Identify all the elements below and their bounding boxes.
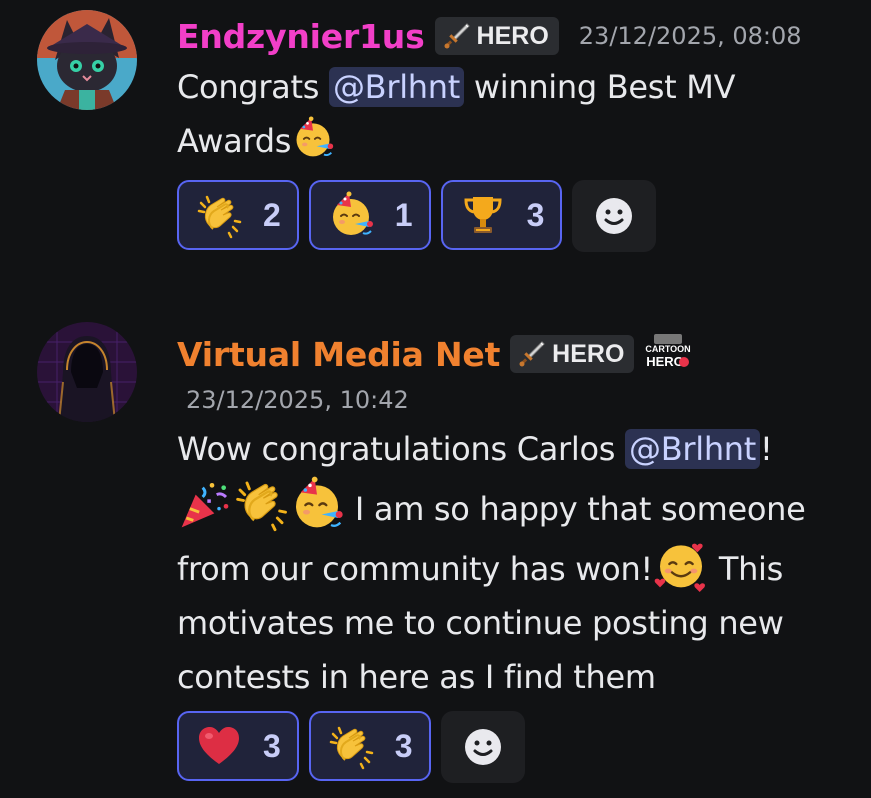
message-content: Wow congratulations Carlos @Brlhnt! I am… bbox=[177, 422, 857, 704]
reaction-count: 1 bbox=[394, 196, 413, 233]
message-content: Congrats @Brlhnt winning Best MV Awards bbox=[177, 60, 837, 168]
clapping-hands-icon bbox=[195, 191, 243, 239]
svg-text:CARTOON: CARTOON bbox=[646, 344, 691, 354]
hooded-figure-avatar-icon bbox=[37, 322, 137, 422]
add-reaction-button[interactable] bbox=[572, 180, 657, 252]
avatar[interactable] bbox=[37, 322, 137, 422]
cartoon-hero-badge-icon[interactable]: CARTOON HERO bbox=[642, 332, 694, 376]
message-text: Wow congratulations Carlos bbox=[177, 430, 626, 468]
user-mention[interactable]: @Brlhnt bbox=[328, 67, 464, 107]
reaction-clapping-hands[interactable]: 3 bbox=[308, 711, 431, 781]
role-tag[interactable]: HERO bbox=[434, 17, 559, 55]
partying-face-emoji-icon bbox=[291, 116, 335, 160]
reaction-partying-face[interactable]: 1 bbox=[308, 180, 431, 250]
reaction-count: 3 bbox=[394, 727, 413, 764]
user-mention[interactable]: @Brlhnt bbox=[625, 429, 761, 469]
sword-icon bbox=[441, 20, 473, 52]
chat-message-list: Endzynier1us HERO 23/12/2025, 08:08 Cong… bbox=[0, 0, 871, 798]
smiley-add-icon bbox=[459, 723, 507, 771]
timestamp[interactable]: 23/12/2025, 10:42 bbox=[186, 386, 409, 414]
partying-face-emoji-icon bbox=[289, 476, 345, 532]
partying-face-icon bbox=[327, 191, 375, 239]
reaction-count: 2 bbox=[263, 196, 281, 233]
avatar[interactable] bbox=[37, 10, 137, 110]
red-heart-icon bbox=[195, 722, 243, 770]
role-tag-label: HERO bbox=[476, 21, 549, 50]
reaction-trophy[interactable]: 3 bbox=[440, 180, 563, 250]
smiley-add-icon bbox=[590, 192, 638, 240]
timestamp[interactable]: 23/12/2025, 08:08 bbox=[579, 22, 802, 50]
message-header: Endzynier1us HERO 23/12/2025, 08:08 bbox=[177, 10, 802, 62]
reaction-count: 3 bbox=[263, 727, 281, 764]
add-reaction-button[interactable] bbox=[440, 711, 525, 783]
message-header: Virtual Media Net HERO CARTOON HERO bbox=[177, 328, 694, 380]
reaction-red-heart[interactable]: 3 bbox=[177, 711, 299, 781]
role-tag[interactable]: HERO bbox=[510, 335, 635, 373]
reactions-bar: 2 1 3 bbox=[177, 180, 657, 252]
reaction-clapping-hands[interactable]: 2 bbox=[177, 180, 299, 250]
message-text: ! bbox=[760, 430, 773, 468]
message-text: Congrats bbox=[177, 68, 329, 106]
clapping-hands-emoji-icon bbox=[233, 476, 289, 532]
role-tag-label: HERO bbox=[552, 339, 625, 368]
trophy-icon bbox=[459, 191, 507, 239]
reactions-bar: 3 3 bbox=[177, 711, 525, 783]
author-name[interactable]: Virtual Media Net bbox=[177, 335, 500, 374]
sword-icon bbox=[516, 338, 548, 370]
reaction-count: 3 bbox=[526, 196, 545, 233]
smiling-face-with-hearts-emoji-icon bbox=[653, 536, 709, 592]
cat-wizard-avatar-icon bbox=[37, 10, 137, 110]
author-name[interactable]: Endzynier1us bbox=[177, 17, 425, 56]
svg-text:HERO: HERO bbox=[647, 354, 685, 369]
party-popper-emoji-icon bbox=[177, 476, 233, 532]
clapping-hands-icon bbox=[327, 722, 375, 770]
